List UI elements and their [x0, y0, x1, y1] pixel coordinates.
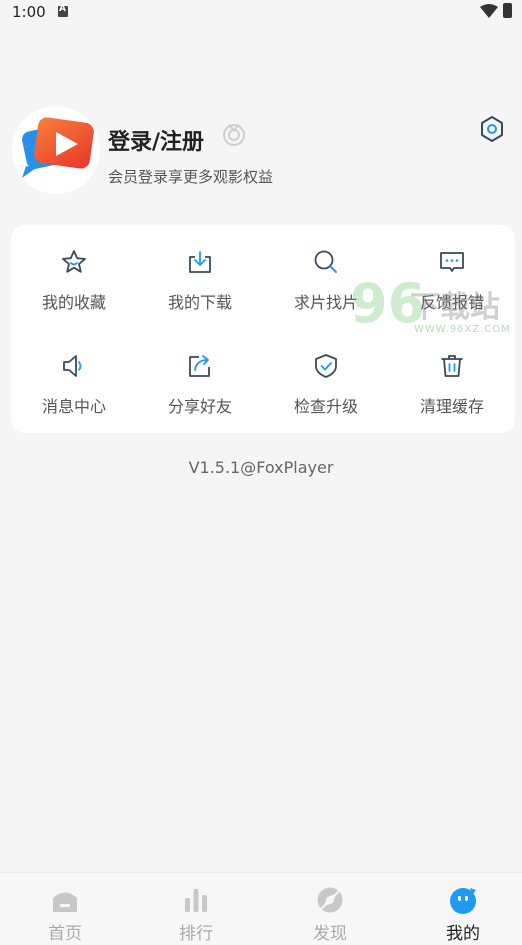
settings-icon[interactable] — [480, 116, 504, 142]
rank-icon — [185, 889, 207, 912]
menu-label: 我的收藏 — [41, 293, 106, 312]
status-time: 1:00 — [12, 3, 46, 21]
menu-label: 清理缓存 — [419, 397, 484, 416]
tab-label: 我的 — [446, 924, 480, 944]
menu-label: 消息中心 — [41, 397, 106, 416]
discover-icon — [317, 887, 343, 913]
wifi-icon — [480, 4, 498, 18]
login-subtitle: 会员登录享更多观影权益 — [108, 168, 274, 186]
bottom-tab-bar: 首页 排行 发现 我的 — [0, 872, 522, 945]
menu-label: 检查升级 — [293, 397, 358, 416]
menu-label: 求片找片 — [293, 293, 358, 312]
trash-icon — [441, 355, 463, 377]
menu-label: 分享好友 — [167, 397, 232, 416]
notification-a-icon — [58, 4, 68, 17]
status-bar: 1:00 — [0, 0, 522, 24]
feature-menu-card: 我的收藏 我的下载 求片找片 反馈报错 消息中心 分享好友 检查升级 清理缓存 — [11, 225, 515, 433]
profile-header: 登录/注册 会员登录享更多观影权益 — [12, 106, 512, 196]
menu-item-request[interactable]: 求片找片 — [263, 225, 389, 325]
battery-icon — [503, 3, 512, 18]
shield-check-icon — [315, 354, 337, 378]
tab-label: 发现 — [313, 924, 347, 944]
menu-item-share[interactable]: 分享好友 — [137, 329, 263, 429]
menu-label: 反馈报错 — [419, 293, 484, 312]
menu-item-favorites[interactable]: 我的收藏 — [11, 225, 137, 325]
tab-label: 排行 — [179, 924, 213, 944]
menu-label: 我的下载 — [167, 293, 232, 312]
feedback-icon — [440, 252, 464, 272]
tab-home[interactable]: 首页 — [0, 873, 130, 945]
home-icon — [53, 892, 77, 912]
tab-rank[interactable]: 排行 — [131, 873, 261, 945]
vip-badge-icon — [223, 124, 245, 146]
version-label: V1.5.1@FoxPlayer — [188, 458, 334, 477]
menu-item-messages[interactable]: 消息中心 — [11, 329, 137, 429]
menu-item-update[interactable]: 检查升级 — [263, 329, 389, 429]
search-icon — [314, 250, 337, 273]
tab-discover[interactable]: 发现 — [265, 873, 395, 945]
menu-item-feedback[interactable]: 反馈报错 — [389, 225, 515, 325]
tab-mine[interactable]: 我的 — [398, 873, 522, 945]
tab-label: 首页 — [48, 924, 82, 944]
share-icon — [189, 355, 210, 377]
app-logo-avatar[interactable] — [12, 106, 100, 194]
profile-icon — [450, 888, 476, 914]
play-logo-icon — [22, 117, 94, 178]
login-register-title[interactable]: 登录/注册 — [108, 124, 204, 156]
speaker-icon — [63, 355, 82, 377]
star-icon — [62, 250, 86, 273]
download-icon — [189, 251, 211, 273]
menu-item-downloads[interactable]: 我的下载 — [137, 225, 263, 325]
menu-item-clear-cache[interactable]: 清理缓存 — [389, 329, 515, 429]
